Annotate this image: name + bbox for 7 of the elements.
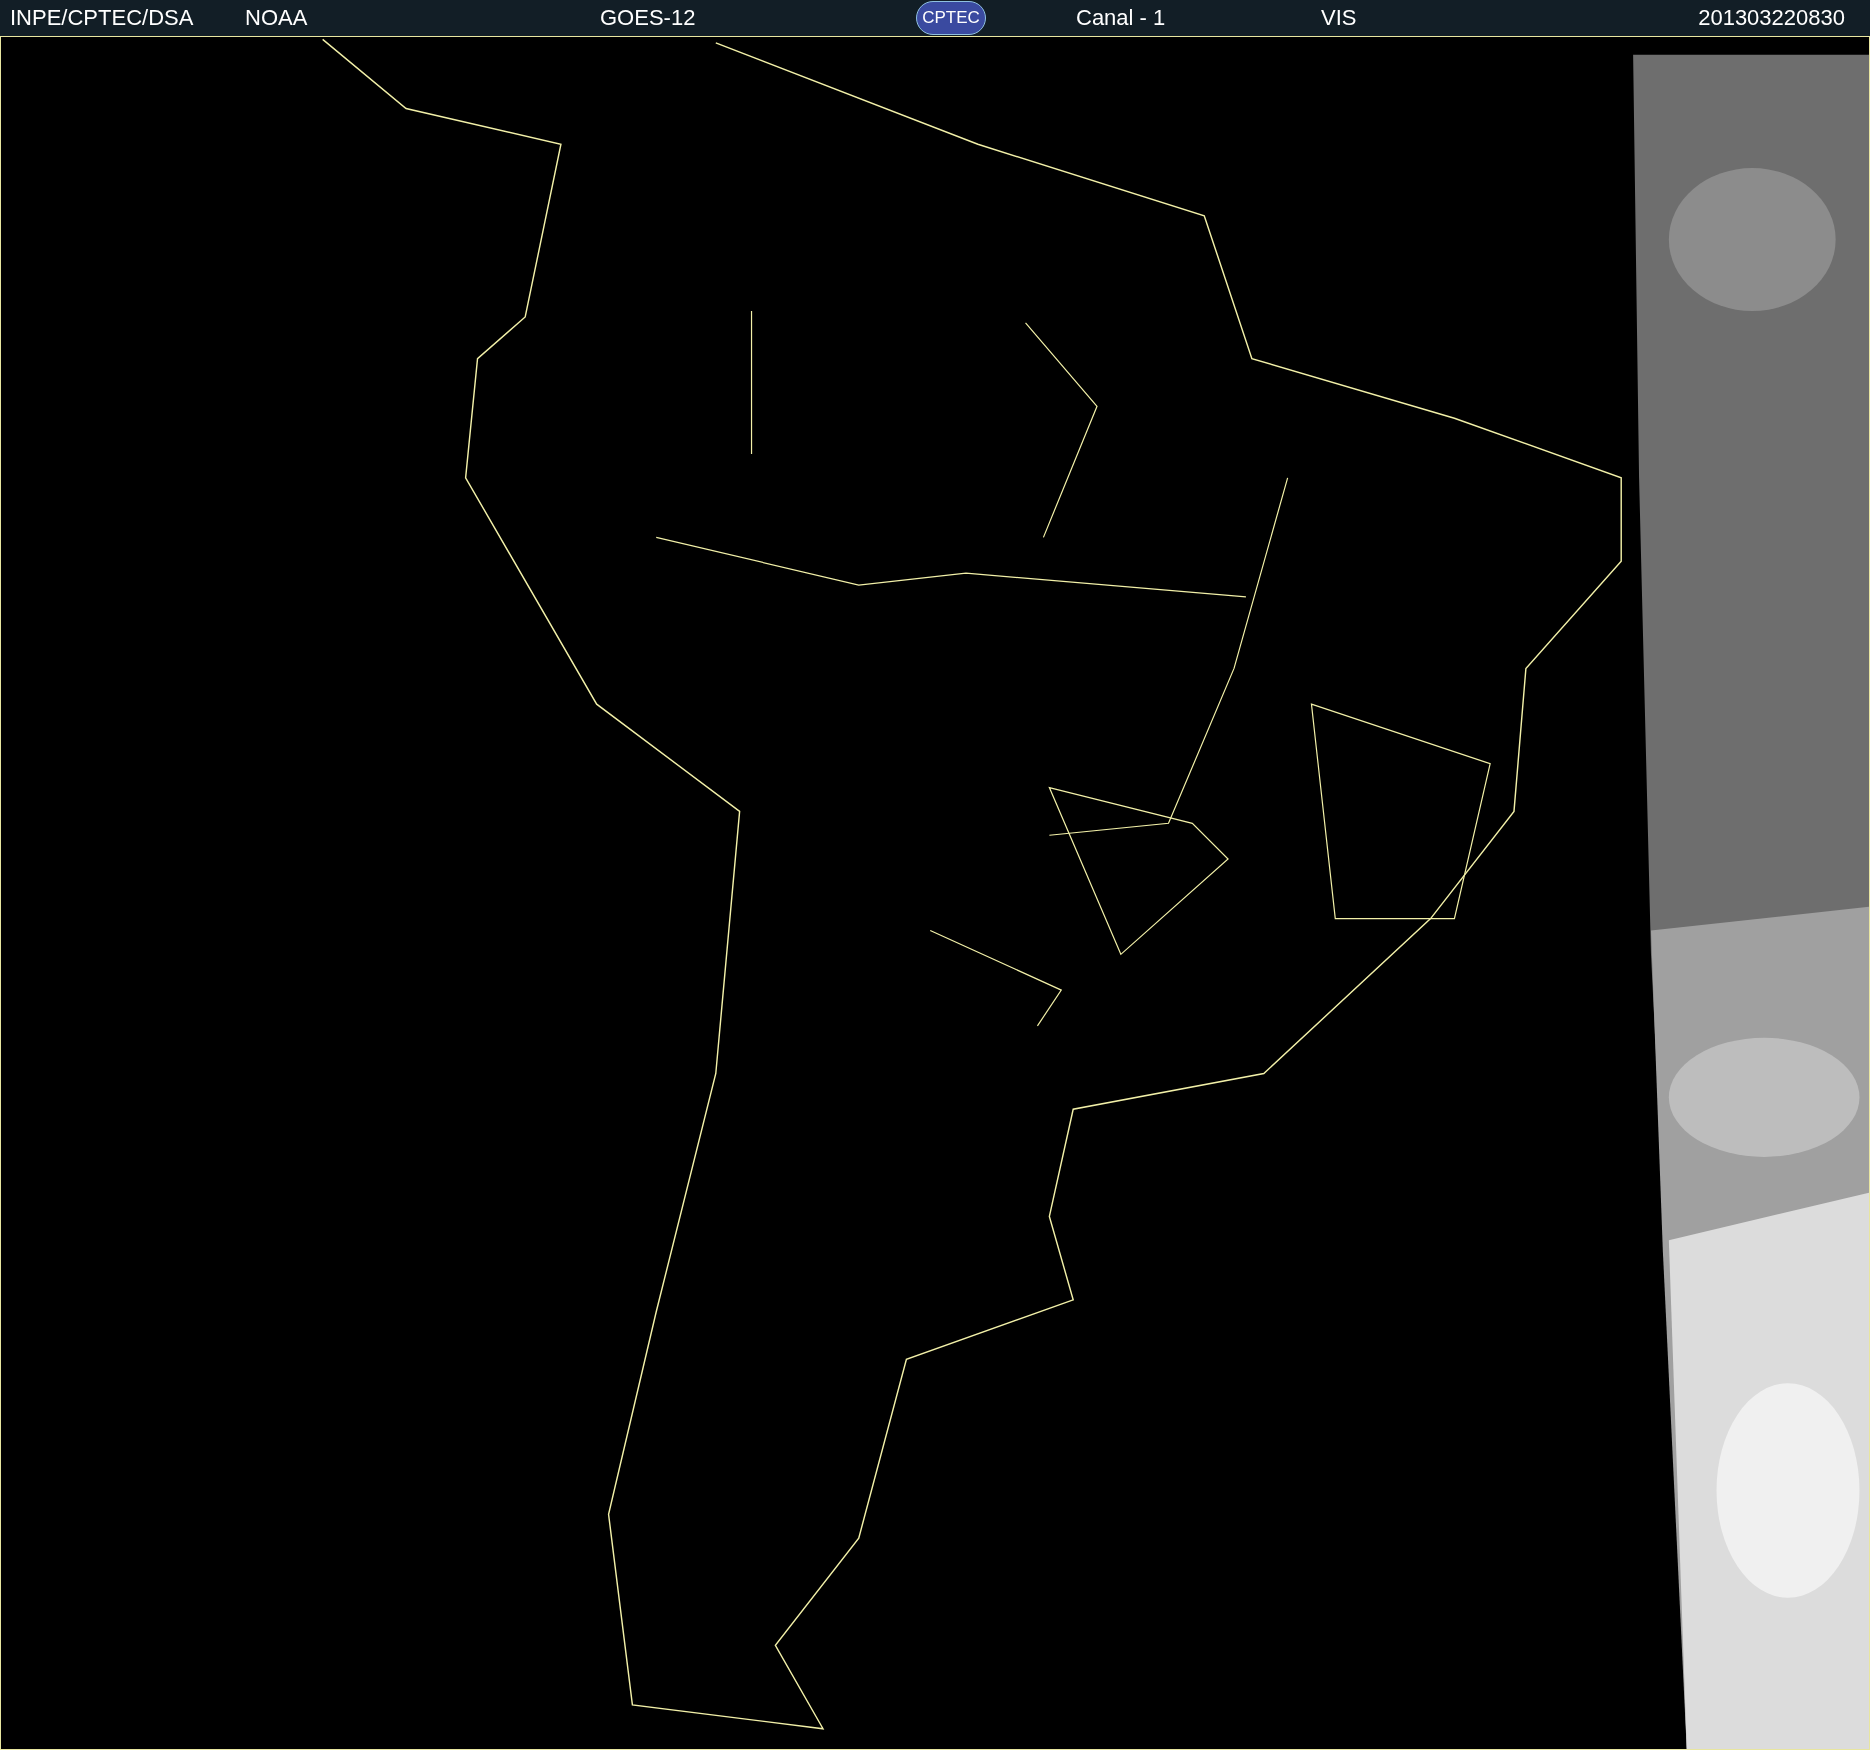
- timestamp-label: 201303220830: [1698, 7, 1845, 29]
- satellite-label: GOES-12: [600, 7, 697, 29]
- agency-label: NOAA: [245, 7, 309, 29]
- source-label: INPE/CPTEC/DSA: [10, 7, 195, 29]
- logo-badge: CPTEC: [916, 1, 986, 35]
- channel-label: Canal - 1: [1076, 7, 1167, 29]
- band-label: VIS: [1321, 7, 1357, 29]
